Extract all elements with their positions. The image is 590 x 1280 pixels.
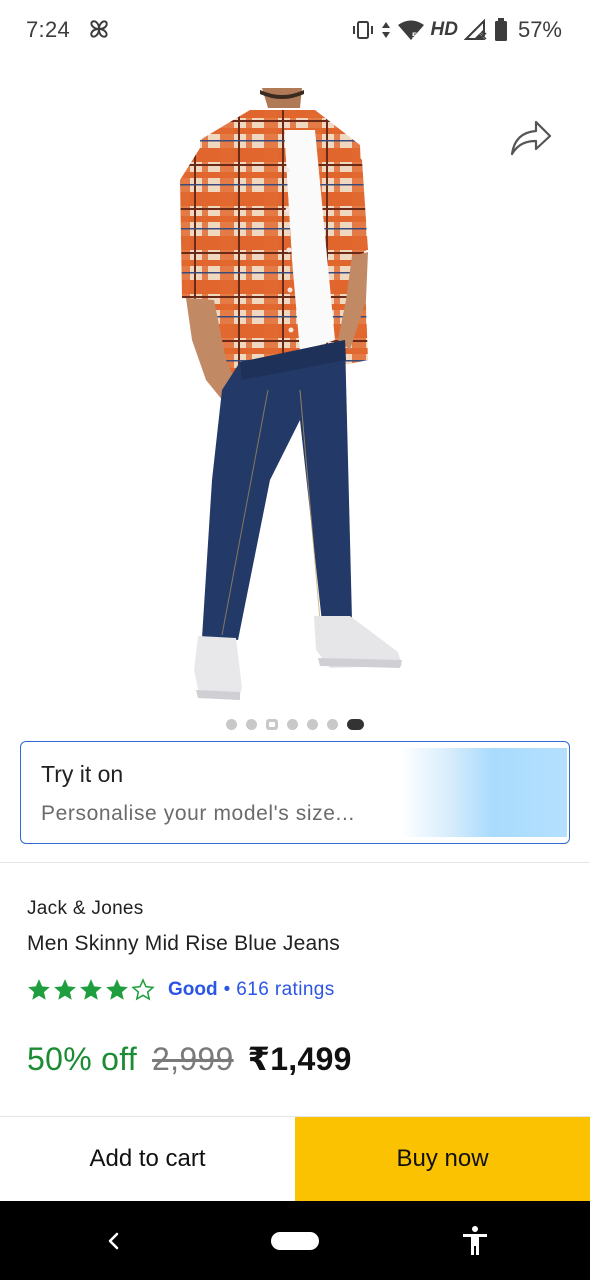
- svg-text:5: 5: [412, 31, 417, 41]
- pager-video-dot[interactable]: [266, 718, 278, 730]
- try-it-on-card[interactable]: Try it on Personalise your model's size.…: [20, 741, 570, 844]
- star-filled-icon: [28, 979, 50, 1000]
- discount-percent: 50% off: [27, 1041, 138, 1077]
- original-price: 2,999: [152, 1041, 234, 1077]
- status-bar: 7:24 5 HD 57%: [0, 0, 590, 60]
- pager-dot[interactable]: [226, 718, 237, 730]
- divider: [0, 862, 590, 863]
- pager-dot[interactable]: [246, 718, 257, 730]
- battery-icon: [494, 18, 507, 41]
- pinwheel-icon: [90, 20, 108, 38]
- rating-row[interactable]: Good • 616 ratings: [26, 976, 335, 1004]
- rating-count: 616 ratings: [236, 979, 335, 1000]
- product-model-image: [180, 88, 402, 700]
- network-label: HD: [430, 19, 458, 40]
- star-empty-icon: [131, 978, 155, 1001]
- action-bar: Add to cart Buy now: [0, 1117, 590, 1201]
- product-image-gallery[interactable]: [0, 60, 590, 740]
- pager-dot[interactable]: [327, 718, 338, 730]
- star-filled-icon: [80, 979, 102, 1000]
- add-to-cart-button[interactable]: Add to cart: [0, 1117, 295, 1201]
- share-icon[interactable]: [508, 118, 554, 158]
- buy-now-button[interactable]: Buy now: [295, 1117, 590, 1201]
- product-brand[interactable]: Jack & Jones: [27, 898, 144, 920]
- rating-separator: •: [223, 979, 231, 1000]
- status-time: 7:24: [26, 17, 71, 42]
- system-nav-bar: [0, 1201, 590, 1280]
- try-it-on-preview: [401, 748, 567, 837]
- status-icons: 5 HD 57%: [351, 15, 562, 45]
- pager-dot[interactable]: [287, 718, 298, 730]
- vibrate-icon: [352, 21, 373, 39]
- accessibility-icon[interactable]: [460, 1225, 490, 1257]
- data-arrows-icon: [381, 22, 390, 38]
- try-it-on-subtitle: Personalise your model's size...: [41, 802, 355, 825]
- signal-icon: [463, 19, 487, 40]
- home-pill-icon[interactable]: [271, 1232, 319, 1250]
- star-filled-icon: [54, 979, 76, 1000]
- selling-price: ₹1,499: [247, 1041, 352, 1077]
- back-icon[interactable]: [98, 1226, 128, 1256]
- rating-label: Good: [168, 979, 218, 1000]
- gallery-pager: [0, 717, 590, 731]
- price-row: 50% off 2,999 ₹1,499: [27, 1040, 352, 1082]
- star-filled-icon: [106, 979, 128, 1000]
- battery-percent: 57%: [517, 17, 562, 42]
- pager-dot-active[interactable]: [347, 718, 364, 730]
- pager-dot[interactable]: [307, 718, 318, 730]
- try-it-on-title: Try it on: [41, 761, 124, 787]
- product-name: Men Skinny Mid Rise Blue Jeans: [27, 932, 340, 955]
- wifi-icon: 5: [397, 20, 424, 41]
